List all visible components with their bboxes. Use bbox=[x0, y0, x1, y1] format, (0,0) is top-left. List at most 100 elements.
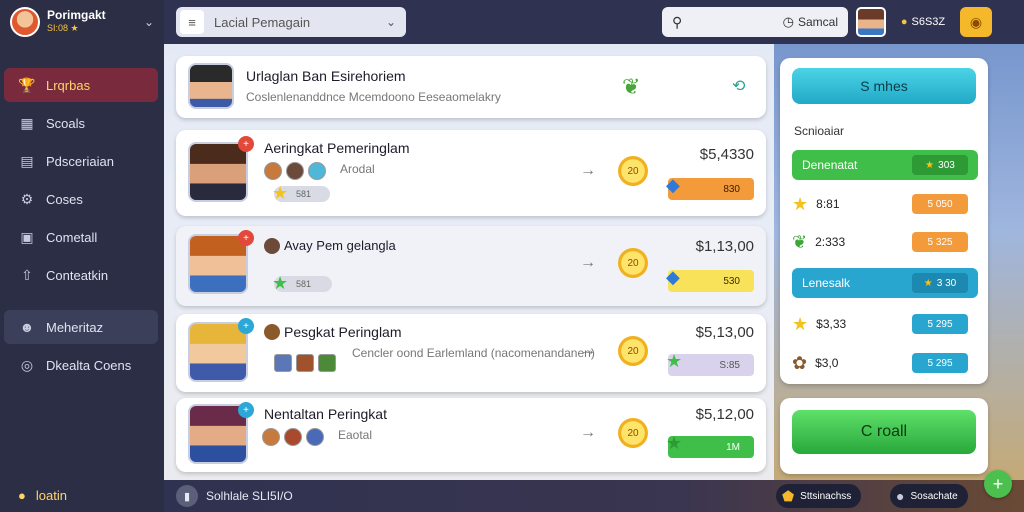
avatar-icon bbox=[264, 162, 282, 180]
sidebar-item-cometall[interactable]: ▣ Cometall bbox=[4, 220, 158, 254]
sidebar-item-label: Cometall bbox=[46, 229, 98, 245]
gem-pill[interactable]: ★ 1M bbox=[666, 433, 754, 458]
player-sub: Cencler oond Earlemland (nacomenandanen) bbox=[352, 346, 595, 360]
stat-label: $3,33 bbox=[816, 317, 847, 331]
list-item[interactable]: + Nentaltan Peringkat Eaotal → 20 $5,12,… bbox=[176, 398, 766, 472]
arrow-right-icon[interactable]: → bbox=[580, 162, 596, 180]
arrow-right-icon[interactable]: → bbox=[580, 254, 596, 272]
header-card[interactable]: Urlaglan Ban Esirehoriem Coslenlenanddnc… bbox=[176, 56, 766, 118]
list-item[interactable]: + Aeringkat Pemeringlam Arodal ★ 581 → 2… bbox=[176, 130, 766, 216]
arrow-right-icon[interactable]: → bbox=[580, 342, 596, 360]
clock-icon: ◷ bbox=[782, 14, 794, 29]
list-item[interactable]: + Pesgkat Peringlam Cencler oond Earleml… bbox=[176, 314, 766, 392]
coin-label: 20 bbox=[627, 427, 639, 439]
stat-chip: ★ 3 30 bbox=[912, 273, 968, 293]
header-subtitle: Coslenlenanddnce Mcemdoono Eeseaomelakry bbox=[246, 90, 501, 104]
sidebar-item-dkealta-coens[interactable]: ◎ Dkealta Coens bbox=[4, 348, 158, 382]
badge-icon bbox=[318, 354, 336, 372]
avatar[interactable] bbox=[856, 7, 886, 37]
add-button[interactable]: + bbox=[984, 470, 1012, 498]
sidebar-item-scoals[interactable]: ▦ Scoals bbox=[4, 106, 158, 140]
gem-pill-value: 1M bbox=[726, 441, 740, 453]
summary-button[interactable]: S mhes bbox=[792, 68, 976, 104]
price: $1,13,00 bbox=[695, 238, 754, 255]
avatar-icon bbox=[264, 324, 280, 340]
action-panel: C roall bbox=[780, 398, 988, 474]
stat-chip-value: 3 30 bbox=[936, 277, 957, 289]
stat-row[interactable]: Denenatat ★ 303 bbox=[792, 150, 978, 180]
coin-icon: 20 bbox=[618, 248, 648, 278]
stat-chip: 5 050 bbox=[912, 194, 968, 214]
player-portrait bbox=[188, 142, 248, 202]
stats-panel: S mhes Scnioaiar Denenatat ★ 303 ★ 8:81 … bbox=[780, 58, 988, 384]
coin-label: 20 bbox=[627, 257, 639, 269]
search-field[interactable]: ⚲ ◷ Samcal bbox=[662, 7, 848, 37]
player-name: Nentaltan Peringkat bbox=[264, 406, 387, 422]
price: $5,12,00 bbox=[695, 406, 754, 423]
list-item[interactable]: + Avay Pem gelangla ★ 581 → 20 $1,13,00 … bbox=[176, 226, 766, 306]
trophy-icon: 🏆 bbox=[18, 76, 36, 93]
reward-icons bbox=[262, 428, 328, 446]
stat-row[interactable]: Lenesalk ★ 3 30 bbox=[792, 268, 978, 298]
arrow-right-icon[interactable]: → bbox=[580, 424, 596, 442]
gem-pill-value: S:85 bbox=[719, 359, 740, 371]
shop-button[interactable]: ◉ bbox=[960, 7, 992, 37]
price: $5,13,00 bbox=[695, 324, 754, 341]
menu-icon[interactable]: ≡ bbox=[180, 10, 204, 34]
plus-badge-icon: + bbox=[238, 230, 254, 246]
brand-subtitle: SI:08 ★ bbox=[47, 23, 79, 33]
scroll-button[interactable]: C roall bbox=[792, 410, 976, 454]
stat-chip: 5 295 bbox=[912, 314, 968, 334]
gem-pill[interactable]: ◆ 530 bbox=[666, 267, 754, 292]
avatar-icon bbox=[284, 428, 302, 446]
star-icon: ★ bbox=[792, 313, 809, 334]
lock-icon: ▮ bbox=[176, 485, 198, 507]
coin-icon: 20 bbox=[618, 418, 648, 448]
chevron-down-icon[interactable]: ⌄ bbox=[386, 15, 396, 29]
stat-row[interactable]: ★ $3,33 5 295 bbox=[792, 309, 978, 339]
coin-icon: 20 bbox=[618, 336, 648, 366]
globe-icon bbox=[308, 162, 326, 180]
sidebar-bottom-label: loatin bbox=[35, 487, 67, 503]
sidebar-item-coses[interactable]: ⚙ Coses bbox=[4, 182, 158, 216]
header-title: Urlaglan Ban Esirehoriem bbox=[246, 68, 406, 84]
circle-icon: ● bbox=[896, 488, 905, 504]
status-indicator: ▮ Solhlale SLI5I/O bbox=[176, 485, 293, 507]
brand-avatar bbox=[10, 7, 40, 37]
search-icon: ⚲ bbox=[672, 13, 683, 30]
sidebar-item-meheritaz[interactable]: ☻ Meheritaz bbox=[4, 310, 158, 344]
bottom-pill-2[interactable]: ● Sosachate bbox=[890, 484, 968, 508]
sidebar-item-pdsceriaian[interactable]: ▤ Pdsceriaian bbox=[4, 144, 158, 178]
star-icon: ★ bbox=[666, 351, 683, 371]
gem-pill[interactable]: ★ S:85 bbox=[666, 351, 754, 376]
avatar-icon bbox=[262, 428, 280, 446]
brand-header[interactable]: Porimgakt SI:08 ★ ⌄ bbox=[0, 0, 164, 44]
stat-row[interactable]: ★ 8:81 5 050 bbox=[792, 189, 978, 219]
player-sub: Arodal bbox=[340, 162, 375, 176]
leaf-icon: ❦ bbox=[622, 74, 641, 99]
coin-icon: ● bbox=[900, 16, 908, 28]
stat-row[interactable]: ❦ 2:333 5 325 bbox=[792, 227, 978, 257]
avatar-icon bbox=[264, 238, 280, 254]
coin-balance: ● S6S3Z bbox=[894, 9, 952, 35]
sidebar-item-label: Meheritaz bbox=[46, 319, 104, 335]
price: $5,4330 bbox=[699, 146, 754, 163]
stat-row[interactable]: ✿ $3,0 5 295 bbox=[792, 348, 978, 378]
score-tag: ★ 581 bbox=[272, 183, 330, 203]
leaderboard-panel: Urlaglan Ban Esirehoriem Coslenlenanddnc… bbox=[164, 44, 774, 480]
player-name: Avay Pem gelangla bbox=[284, 238, 396, 253]
player-name: Aeringkat Pemeringlam bbox=[264, 140, 410, 156]
sidebar-item-conteatkin[interactable]: ⇧ Conteatkin bbox=[4, 258, 158, 292]
gem-pill[interactable]: ◆ 830 bbox=[666, 175, 754, 200]
badge-icon bbox=[296, 354, 314, 372]
chevron-down-icon[interactable]: ⌄ bbox=[144, 15, 154, 29]
sidebar-item-lrqrbas[interactable]: 🏆 Lrqrbas bbox=[4, 68, 158, 102]
sidebar-bottom-item[interactable]: ● loatin bbox=[0, 478, 164, 512]
coin-icon: ◉ bbox=[969, 13, 983, 30]
avatar-icon bbox=[286, 162, 304, 180]
bottom-pill-1[interactable]: ⬟ Sttsinachss bbox=[776, 484, 862, 508]
header-portrait bbox=[188, 63, 234, 109]
refresh-icon[interactable]: ⟲ bbox=[732, 76, 745, 96]
search-input[interactable]: Lacial Pemagain bbox=[214, 15, 310, 30]
search-dropdown[interactable]: ≡ Lacial Pemagain ⌄ bbox=[176, 7, 406, 37]
